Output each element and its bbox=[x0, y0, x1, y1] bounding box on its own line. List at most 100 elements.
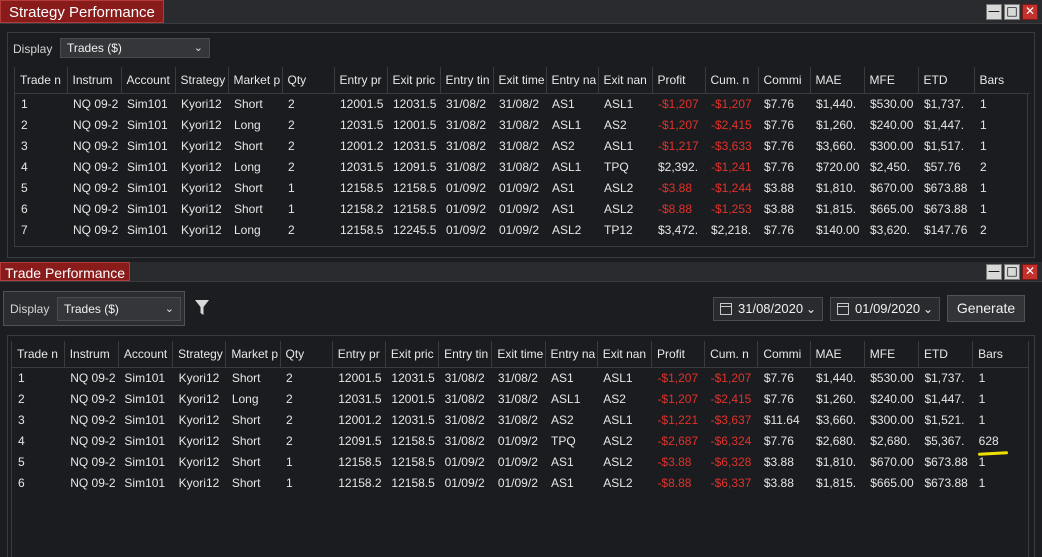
column-header[interactable]: Market p bbox=[228, 67, 283, 94]
column-header[interactable]: Trade n bbox=[15, 67, 68, 94]
table-cell: ASL1 bbox=[551, 391, 581, 406]
table-cell: 31/08/2 bbox=[499, 96, 540, 111]
strategy-title[interactable]: Strategy Performance bbox=[0, 0, 164, 23]
column-header[interactable]: Cum. n bbox=[705, 67, 759, 94]
generate-button[interactable]: Generate bbox=[947, 295, 1025, 322]
column-header[interactable]: ETD bbox=[918, 67, 975, 94]
strategy-display-select[interactable]: Trades ($) ⌄ bbox=[60, 38, 210, 58]
column-header[interactable]: Strategy bbox=[172, 341, 227, 368]
column-header[interactable]: ETD bbox=[918, 341, 974, 368]
table-row[interactable]: 1 NQ 09-2 Sim101 Kyori12 Short 2 12001.5 12031.… bbox=[15, 93, 1030, 114]
table-cell: 31/08/2 bbox=[499, 159, 540, 174]
column-header[interactable]: Instrum bbox=[64, 341, 119, 368]
table-cell: -$3,637 bbox=[710, 412, 752, 427]
column-header[interactable]: Entry na bbox=[545, 341, 598, 368]
table-cell: ASL1 bbox=[603, 370, 633, 385]
column-header[interactable]: Qty bbox=[282, 67, 335, 94]
table-row[interactable]: 5 NQ 09-2 Sim101 Kyori12 Short 1 12158.5 12158.… bbox=[15, 177, 1030, 198]
column-header[interactable]: MFE bbox=[864, 67, 919, 94]
date-to-picker[interactable]: 01/09/2020 ⌄ bbox=[830, 297, 940, 321]
column-header[interactable]: Strategy bbox=[175, 67, 229, 94]
table-cell: 2 bbox=[288, 96, 295, 111]
column-header[interactable]: Entry pr bbox=[334, 67, 388, 94]
column-header[interactable]: Entry pr bbox=[332, 341, 386, 368]
table-cell: Sim101 bbox=[127, 138, 168, 153]
table-cell: 12001.2 bbox=[338, 412, 382, 427]
table-row[interactable]: 7 NQ 09-2 Sim101 Kyori12 Long 2 12158.5 12245.5… bbox=[15, 219, 1030, 240]
table-cell: 2 bbox=[288, 222, 295, 237]
table-cell: Sim101 bbox=[127, 159, 168, 174]
column-header[interactable]: Entry tin bbox=[438, 341, 493, 368]
column-header[interactable]: Profit bbox=[651, 341, 706, 368]
column-header[interactable]: Commi bbox=[757, 341, 811, 368]
close-icon[interactable]: ✕ bbox=[1022, 264, 1038, 280]
filter-icon[interactable] bbox=[195, 300, 209, 316]
trade-display-label: Display bbox=[10, 302, 50, 316]
column-header[interactable]: Cum. n bbox=[704, 341, 759, 368]
table-row[interactable]: 1 NQ 09-2 Sim101 Kyori12 Short 2 12001.5 12031.… bbox=[12, 367, 1028, 388]
table-cell: Kyori12 bbox=[181, 180, 222, 195]
table-cell: -$1,207 bbox=[658, 117, 699, 132]
column-header[interactable]: MAE bbox=[810, 341, 865, 368]
table-cell: 3 bbox=[18, 412, 25, 427]
maximize-icon[interactable]: □ bbox=[1004, 264, 1020, 280]
table-row[interactable]: 3 NQ 09-2 Sim101 Kyori12 Short 2 12001.2 12031.… bbox=[15, 135, 1030, 156]
minimize-icon[interactable]: — bbox=[986, 4, 1002, 20]
column-header[interactable]: Exit nan bbox=[597, 341, 652, 368]
table-row[interactable]: 6 NQ 09-2 Sim101 Kyori12 Short 1 12158.2 12158.… bbox=[15, 198, 1030, 219]
table-row[interactable]: 3 NQ 09-2 Sim101 Kyori12 Short 2 12001.2 12031.… bbox=[12, 409, 1028, 430]
table-row[interactable]: 2 NQ 09-2 Sim101 Kyori12 Long 2 12031.5 12001.5… bbox=[12, 388, 1028, 409]
table-cell: -$1,253 bbox=[711, 201, 752, 216]
table-cell: -$6,337 bbox=[710, 475, 752, 490]
column-header[interactable]: Instrum bbox=[67, 67, 122, 94]
table-cell: ASL1 bbox=[603, 412, 633, 427]
column-header[interactable]: Exit pric bbox=[385, 341, 440, 368]
table-row[interactable]: 6 NQ 09-2 Sim101 Kyori12 Short 1 12158.2 12158.… bbox=[12, 472, 1028, 493]
table-cell: $673.88 bbox=[924, 475, 968, 490]
table-row[interactable]: 2 NQ 09-2 Sim101 Kyori12 Long 2 12031.5 12001.5… bbox=[15, 114, 1030, 135]
column-header[interactable]: Account bbox=[121, 67, 176, 94]
column-header[interactable]: MFE bbox=[864, 341, 919, 368]
table-cell: $7.76 bbox=[764, 138, 795, 153]
table-cell: 12001.5 bbox=[338, 370, 382, 385]
table-cell: $1,440. bbox=[816, 96, 857, 111]
chevron-down-icon: ⌄ bbox=[164, 303, 174, 315]
close-icon[interactable]: ✕ bbox=[1022, 4, 1038, 20]
table-cell: $665.00 bbox=[870, 201, 914, 216]
column-header[interactable]: Qty bbox=[280, 341, 333, 368]
table-row[interactable]: 4 NQ 09-2 Sim101 Kyori12 Long 2 12031.5 12091.5… bbox=[15, 156, 1030, 177]
column-header[interactable]: Exit time bbox=[493, 67, 547, 94]
table-cell: -$3.88 bbox=[657, 454, 692, 469]
column-header[interactable]: Entry tin bbox=[440, 67, 494, 94]
column-header[interactable]: MAE bbox=[810, 67, 865, 94]
table-cell: Kyori12 bbox=[181, 159, 222, 174]
column-header[interactable]: Entry na bbox=[546, 67, 599, 94]
column-header[interactable]: Commi bbox=[758, 67, 811, 94]
table-row[interactable]: 4 NQ 09-2 Sim101 Kyori12 Short 2 12091.5 12158.… bbox=[12, 430, 1028, 451]
table-cell: 1 bbox=[978, 412, 986, 427]
column-header[interactable]: Bars bbox=[974, 67, 1030, 94]
column-header[interactable]: Exit time bbox=[491, 341, 546, 368]
minimize-icon[interactable]: — bbox=[986, 264, 1002, 280]
column-header[interactable]: Account bbox=[118, 341, 174, 368]
maximize-icon[interactable]: □ bbox=[1004, 4, 1020, 20]
trade-display-select[interactable]: Trades ($) ⌄ bbox=[57, 297, 181, 321]
column-header[interactable]: Profit bbox=[652, 67, 706, 94]
trade-title[interactable]: Trade Performance bbox=[0, 262, 131, 281]
column-header[interactable]: Bars bbox=[972, 341, 1028, 368]
table-cell: -$2,415 bbox=[711, 117, 752, 132]
table-cell: 12091.5 bbox=[338, 433, 382, 448]
table-cell: Kyori12 bbox=[178, 412, 220, 427]
column-header[interactable]: Exit nan bbox=[598, 67, 653, 94]
calendar-icon bbox=[720, 303, 732, 315]
table-cell: NQ 09-2 bbox=[73, 138, 119, 153]
date-from-picker[interactable]: 31/08/2020 ⌄ bbox=[713, 297, 823, 321]
column-header[interactable]: Trade n bbox=[12, 341, 65, 368]
table-cell: 01/09/2 bbox=[446, 222, 487, 237]
column-header[interactable]: Exit pric bbox=[387, 67, 441, 94]
table-cell: 31/08/2 bbox=[444, 391, 485, 406]
column-header[interactable]: Market p bbox=[225, 341, 281, 368]
table-cell: Sim101 bbox=[124, 370, 166, 385]
table-cell: $530.00 bbox=[870, 96, 914, 111]
table-row[interactable]: 5 NQ 09-2 Sim101 Kyori12 Short 1 12158.5 12158.… bbox=[12, 451, 1028, 472]
